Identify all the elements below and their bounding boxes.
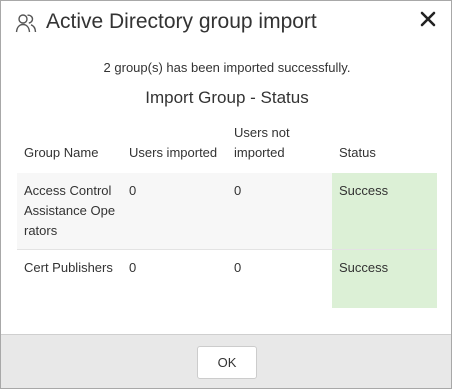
column-header-users-not-imported: Users not imported (234, 125, 290, 160)
group-name-cell: Cert Publishers (24, 260, 113, 275)
users-not-imported-cell: 0 (234, 183, 242, 198)
column-header-status: Status (339, 145, 376, 160)
import-dialog: Active Directory group import 2 group(s)… (0, 0, 452, 389)
users-icon (15, 12, 37, 34)
users-imported-cell: 0 (129, 183, 137, 198)
import-status-table: Group Name Users imported Users not impo… (17, 117, 437, 308)
close-icon[interactable] (417, 8, 439, 30)
dialog-header: Active Directory group import (1, 1, 451, 47)
status-heading: Import Group - Status (145, 88, 309, 107)
table-header-row: Group Name Users imported Users not impo… (17, 117, 437, 173)
dialog-footer: OK (1, 334, 451, 388)
column-header-users-imported: Users imported (129, 145, 218, 160)
ok-button[interactable]: OK (197, 346, 257, 379)
table-row: Access Control Assistance Operators 0 0 … (17, 173, 437, 250)
status-cell: Success (332, 173, 437, 250)
users-imported-cell: 0 (129, 260, 137, 275)
import-message: 2 group(s) has been imported successfull… (103, 60, 351, 75)
group-name-cell: Access Control Assistance Operators (24, 183, 116, 238)
users-not-imported-cell: 0 (234, 260, 242, 275)
dialog-title: Active Directory group import (46, 10, 317, 33)
table-row: Cert Publishers 0 0 Success (17, 249, 437, 308)
status-cell: Success (332, 249, 437, 308)
column-header-group-name: Group Name (24, 145, 99, 160)
